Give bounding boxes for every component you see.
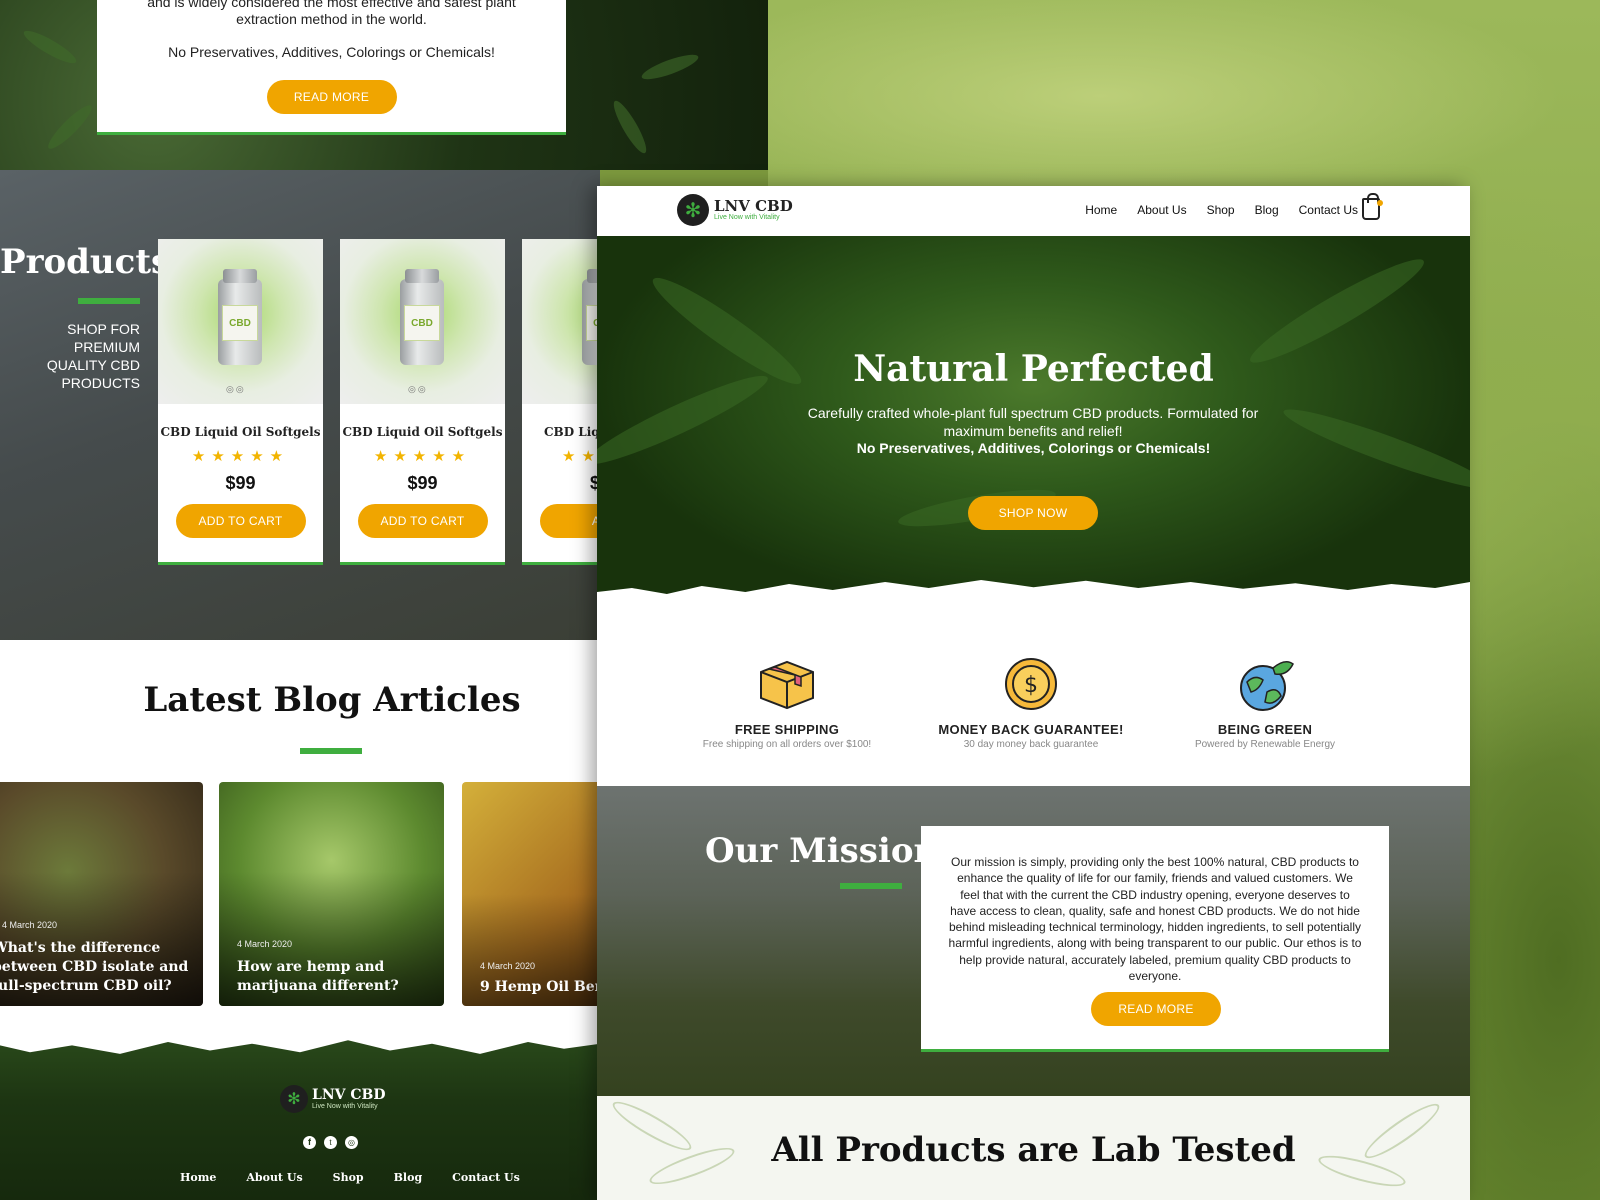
feature-money-back: $ MONEY BACK GUARANTEE! 30 day money bac…	[921, 656, 1141, 750]
blog-date: 4 March 2020	[237, 939, 293, 949]
instagram-icon[interactable]: ◎	[345, 1136, 358, 1149]
social-links: f t ◎	[303, 1136, 358, 1149]
blog-title: Latest Blog Articles	[143, 680, 521, 720]
star-rating: ★★	[562, 448, 600, 465]
star-rating: ★★★★★	[191, 448, 290, 465]
svg-text:$: $	[1024, 673, 1038, 698]
read-more-button[interactable]: READ MORE	[266, 80, 397, 114]
product-image: CBD ◎◎	[340, 239, 505, 404]
footer: ✻ LNV CBD Live Now with Vitality f t ◎ H…	[0, 1035, 600, 1200]
nav-home[interactable]: Home	[1085, 203, 1117, 217]
product-name[interactable]: CBD Liquid Oil Softgels	[158, 425, 323, 439]
products-subtitle: SHOP FOR PREMIUM QUALITY CBD PRODUCTS	[46, 321, 140, 391]
box-icon	[755, 656, 819, 712]
feature-subtitle: Powered by Renewable Energy	[1194, 739, 1336, 750]
torn-edge	[597, 580, 1470, 611]
title-underline	[300, 748, 362, 754]
product-price: $99	[407, 473, 438, 493]
badge-icons: ◎◎	[408, 384, 428, 394]
feature-subtitle: 30 day money back guarantee	[963, 739, 1099, 750]
blog-section: Latest Blog Articles 4 March 2020 What's…	[0, 640, 600, 1035]
add-to-cart-button[interactable]: ADD TO CART	[357, 504, 488, 538]
bottle-image: CBD	[400, 269, 444, 365]
about-text-line: and is widely considered the most effect…	[147, 0, 516, 10]
product-name[interactable]: CBD Liquid Oil Softgels	[340, 425, 505, 439]
product-name[interactable]: CBD Liqui	[522, 425, 600, 439]
hero-tagline: No Preservatives, Additives, Colorings o…	[856, 440, 1211, 456]
features-row: FREE SHIPPING Free shipping on all order…	[597, 611, 1470, 786]
star-rating: ★★★★★	[373, 448, 472, 465]
mission-section: Our Mission Our mission is simply, provi…	[597, 786, 1470, 1096]
mission-title: Our Mission	[705, 831, 939, 871]
shop-now-button[interactable]: SHOP NOW	[968, 496, 1098, 530]
site-logo[interactable]: ✻ LNV CBD Live Now with Vitality	[677, 194, 793, 226]
nav-shop[interactable]: Shop	[1207, 203, 1235, 217]
homepage-mockup: ✻ LNV CBD Live Now with Vitality Home Ab…	[597, 186, 1470, 1200]
footer-nav: Home About Us Shop Blog Contact Us	[180, 1171, 520, 1184]
blog-card[interactable]: 4 March 2020 9 Hemp Oil Benef	[462, 782, 600, 1006]
blog-title: How are hemp and marijuana different?	[237, 959, 399, 994]
read-more-button[interactable]: READ MORE	[1091, 992, 1221, 1026]
blog-card[interactable]: 4 March 2020 How are hemp and marijuana …	[219, 782, 444, 1006]
nav-about[interactable]: About Us	[1137, 203, 1186, 217]
product-card: CBD CBD Liqui ★★ $ ADD	[522, 239, 600, 565]
lab-tested-title: All Products are Lab Tested	[771, 1130, 1296, 1170]
badge-icons: ◎◎	[226, 384, 246, 394]
cart-badge	[1377, 200, 1383, 206]
about-text-line: No Preservatives, Additives, Colorings o…	[168, 44, 495, 60]
logo-name: LNV CBD	[714, 197, 793, 215]
mission-text: Our mission is simply, providing only th…	[948, 855, 1362, 984]
globe-icon	[1233, 656, 1297, 712]
lab-tested-section: All Products are Lab Tested	[597, 1096, 1470, 1200]
product-card: CBD ◎◎ CBD Liquid Oil Softgels ★★★★★ $99…	[340, 239, 505, 565]
footer-logo[interactable]: ✻ LNV CBD Live Now with Vitality	[280, 1085, 386, 1113]
blog-card[interactable]: 4 March 2020 What's the difference betwe…	[0, 782, 203, 1006]
blog-title: What's the difference between CBD isolat…	[0, 940, 189, 994]
blog-title: 9 Hemp Oil Benef	[480, 979, 600, 995]
feature-free-shipping: FREE SHIPPING Free shipping on all order…	[677, 656, 897, 750]
product-price: $99	[225, 473, 256, 493]
bottle-image: CBD	[218, 269, 262, 365]
hero-title: Natural Perfected	[853, 348, 1214, 390]
footer-nav-shop[interactable]: Shop	[333, 1171, 364, 1184]
footer-nav-home[interactable]: Home	[180, 1171, 216, 1184]
footer-nav-blog[interactable]: Blog	[394, 1171, 423, 1184]
product-image: CBD	[522, 239, 600, 404]
footer-nav-about[interactable]: About Us	[246, 1171, 302, 1184]
product-image: CBD ◎◎	[158, 239, 323, 404]
add-to-cart-button[interactable]: ADD TO CART	[175, 504, 306, 538]
add-to-cart-button[interactable]: ADD	[540, 504, 600, 538]
main-nav: Home About Us Shop Blog Contact Us	[1085, 203, 1358, 217]
twitter-icon[interactable]: t	[324, 1136, 337, 1149]
title-underline	[840, 883, 902, 889]
cannabis-leaf-icon: ✻	[280, 1085, 308, 1113]
mission-card: Our mission is simply, providing only th…	[921, 826, 1389, 1052]
coin-icon: $	[999, 656, 1063, 712]
blog-date: 4 March 2020	[480, 961, 536, 971]
logo-tagline: Live Now with Vitality	[714, 214, 780, 221]
cannabis-leaf-icon: ✻	[677, 194, 709, 226]
feature-title: MONEY BACK GUARANTEE!	[938, 722, 1124, 737]
feature-being-green: BEING GREEN Powered by Renewable Energy	[1155, 656, 1375, 750]
title-underline	[78, 298, 140, 304]
product-card: CBD ◎◎ CBD Liquid Oil Softgels ★★★★★ $99…	[158, 239, 323, 565]
torn-edge	[0, 1035, 600, 1054]
about-card: and is widely considered the most effect…	[97, 0, 566, 135]
hero-section: Natural Perfected Carefully crafted whol…	[597, 236, 1470, 611]
footer-nav-contact[interactable]: Contact Us	[452, 1171, 520, 1184]
products-title: Products	[0, 242, 171, 282]
feature-title: FREE SHIPPING	[734, 722, 840, 737]
feature-subtitle: Free shipping on all orders over $100!	[702, 739, 872, 750]
blog-date: 4 March 2020	[2, 920, 58, 930]
products-section: Products SHOP FOR PREMIUM QUALITY CBD PR…	[0, 170, 600, 640]
nav-contact[interactable]: Contact Us	[1299, 203, 1358, 217]
product-price: $	[590, 473, 600, 493]
nav-blog[interactable]: Blog	[1255, 203, 1279, 217]
about-text-line: extraction method in the world.	[236, 11, 427, 27]
facebook-icon[interactable]: f	[303, 1136, 316, 1149]
hero-subtitle: Carefully crafted whole-plant full spect…	[807, 405, 1259, 439]
feature-title: BEING GREEN	[1217, 722, 1313, 737]
navbar: ✻ LNV CBD Live Now with Vitality Home Ab…	[597, 186, 1470, 236]
